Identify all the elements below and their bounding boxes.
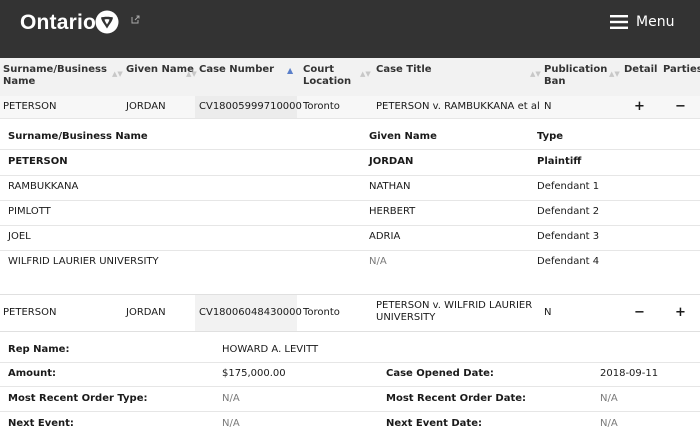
sort-icon[interactable]: ▲▼: [530, 70, 541, 78]
case-given-name: JORDAN: [126, 307, 166, 318]
recent-order-type-value: N/A: [222, 393, 240, 404]
col-surname[interactable]: Surname/Business Name: [3, 64, 108, 88]
recent-order-type-label: Most Recent Order Type:: [8, 393, 148, 404]
case-court-location: Toronto: [303, 101, 340, 112]
col-case-title[interactable]: Case Title: [376, 64, 432, 76]
detail-collapse-icon[interactable]: −: [634, 306, 645, 319]
next-event-date-label: Next Event Date:: [386, 418, 482, 429]
site-header: Ontario Menu: [0, 0, 700, 58]
ontario-logo-text[interactable]: Ontario: [20, 11, 96, 35]
case-court-location: Toronto: [303, 307, 340, 318]
detail-expand-icon[interactable]: +: [634, 100, 645, 113]
next-event-date-value: N/A: [600, 418, 618, 429]
external-link-icon: [131, 15, 140, 24]
parties-col-name: Surname/Business Name: [8, 131, 148, 142]
col-case-number[interactable]: Case Number: [199, 64, 274, 76]
recent-order-date-label: Most Recent Order Date:: [386, 393, 527, 404]
case-opened-label: Case Opened Date:: [386, 368, 494, 379]
case-given-name: JORDAN: [126, 101, 166, 112]
col-publication-ban[interactable]: Publication Ban: [544, 64, 607, 88]
rep-name-value: HOWARD A. LEVITT: [222, 344, 319, 355]
results-table-header: Surname/Business Name ▲▼ Given Name ▲▼ C…: [0, 58, 700, 97]
case-publication-ban: N: [544, 307, 552, 318]
parties-expand-icon[interactable]: +: [675, 306, 686, 319]
col-given-name[interactable]: Given Name: [126, 64, 194, 76]
case-number: CV18005999710000: [199, 101, 302, 112]
amount-label: Amount:: [8, 368, 57, 379]
sort-asc-icon[interactable]: ▲: [287, 66, 293, 75]
case-opened-value: 2018-09-11: [600, 368, 659, 379]
next-event-value: N/A: [222, 418, 240, 429]
menu-label: Menu: [636, 14, 675, 30]
case-row-2: PETERSON JORDAN CV18006048430000 Toronto…: [0, 294, 700, 332]
menu-button[interactable]: Menu: [610, 12, 674, 32]
case-details: Rep Name: HOWARD A. LEVITT Amount: $175,…: [0, 331, 700, 439]
sort-icon[interactable]: ▲▼: [609, 70, 620, 78]
rep-name-label: Rep Name:: [8, 344, 70, 355]
parties-col-type: Type: [537, 131, 564, 142]
parties-collapse-icon[interactable]: −: [675, 100, 686, 113]
col-parties: Parties: [663, 64, 700, 75]
col-detail: Detail: [624, 64, 658, 75]
case-publication-ban: N: [544, 101, 552, 112]
sort-icon[interactable]: ▲▼: [112, 70, 123, 78]
sort-icon[interactable]: ▲▼: [360, 70, 371, 78]
hamburger-icon: [610, 15, 628, 29]
next-event-label: Next Event:: [8, 418, 74, 429]
parties-col-given: Given Name: [369, 131, 437, 142]
case-surname: PETERSON: [3, 101, 57, 112]
amount-value: $175,000.00: [222, 368, 286, 379]
col-court-location[interactable]: Court Location: [303, 64, 358, 88]
sort-icon[interactable]: ▲▼: [186, 70, 197, 78]
case-surname: PETERSON: [3, 307, 57, 318]
case-title: PETERSON v. WILFRID LAURIER UNIVERSITY: [376, 300, 533, 323]
case-row-1: PETERSON JORDAN CV18005999710000 Toronto…: [0, 96, 700, 119]
recent-order-date-value: N/A: [600, 393, 618, 404]
case-title: PETERSON v. RAMBUKKANA et al: [376, 101, 540, 112]
parties-table: Surname/Business Name Given Name Type PE…: [0, 118, 700, 294]
trillium-logo-icon[interactable]: [95, 10, 119, 34]
case-number: CV18006048430000: [199, 307, 302, 318]
